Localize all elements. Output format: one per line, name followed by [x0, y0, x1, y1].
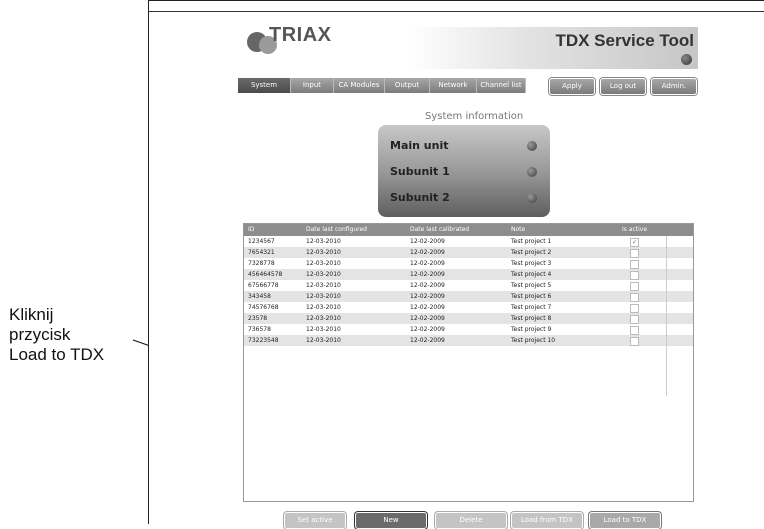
- unit-main-label: Main unit: [390, 139, 449, 152]
- cell-calibrated: 12-02-2009: [410, 304, 445, 311]
- tab-output[interactable]: Output: [385, 78, 430, 93]
- is-active-checkbox[interactable]: [630, 304, 639, 313]
- cell-note: Test project 4: [511, 271, 552, 278]
- system-units-panel: Main unit Subunit 1 Subunit 2: [378, 125, 550, 217]
- is-active-checkbox[interactable]: [630, 271, 639, 280]
- cell-configured: 12-03-2010: [306, 271, 341, 278]
- col-note[interactable]: Note: [511, 224, 525, 236]
- cell-configured: 12-03-2010: [306, 337, 341, 344]
- cell-calibrated: 12-02-2009: [410, 326, 445, 333]
- cell-id: 343458: [248, 293, 271, 300]
- cell-calibrated: 12-02-2009: [410, 315, 445, 322]
- table-header: ID Date last configured Date last calibr…: [244, 224, 693, 236]
- tab-channel-list[interactable]: Channel list: [477, 78, 526, 93]
- table-row[interactable]: 67566778 12-03-2010 12-02-2009 Test project…: [244, 280, 693, 291]
- cell-configured: 12-03-2010: [306, 249, 341, 256]
- tab-ca-modules[interactable]: CA Modules: [334, 78, 385, 93]
- app-window: TRIAX TDX Service Tool System Input CA M…: [148, 0, 764, 529]
- app-content: TRIAX TDX Service Tool System Input CA M…: [149, 11, 764, 529]
- table-row[interactable]: 343458 12-03-2010 12-02-2009 Test project 6: [244, 291, 693, 302]
- table-row[interactable]: 7654321 12-03-2010 12-02-2009 Test project …: [244, 247, 693, 258]
- status-led-icon: [681, 54, 692, 65]
- cell-calibrated: 12-02-2009: [410, 271, 445, 278]
- table-row[interactable]: 74576768 12-03-2010 12-02-2009 Test project…: [244, 302, 693, 313]
- table-row[interactable]: 73223548 12-03-2010 12-02-2009 Test project…: [244, 335, 693, 346]
- cell-configured: 12-03-2010: [306, 326, 341, 333]
- cell-id: 7654321: [248, 249, 275, 256]
- projects-table: ID Date last configured Date last calibr…: [243, 223, 694, 502]
- cell-id: 456464578: [248, 271, 283, 278]
- is-active-checkbox[interactable]: [630, 315, 639, 324]
- cell-configured: 12-03-2010: [306, 282, 341, 289]
- cell-id: 74576768: [248, 304, 279, 311]
- cell-note: Test project 5: [511, 282, 552, 289]
- is-active-checkbox[interactable]: ✓: [630, 238, 639, 247]
- app-title: TDX Service Tool: [555, 31, 694, 50]
- cell-calibrated: 12-02-2009: [410, 260, 445, 267]
- cell-calibrated: 12-02-2009: [410, 282, 445, 289]
- apply-button[interactable]: Apply: [549, 78, 595, 95]
- cell-note: Test project 2: [511, 249, 552, 256]
- cell-note: Test project 9: [511, 326, 552, 333]
- unit-main-led-icon: [527, 141, 537, 151]
- new-button[interactable]: New: [355, 512, 427, 529]
- cell-configured: 12-03-2010: [306, 238, 341, 245]
- cell-calibrated: 12-02-2009: [410, 337, 445, 344]
- unit-sub1-label: Subunit 1: [390, 165, 450, 178]
- col-is-active[interactable]: Is active: [622, 224, 647, 236]
- admin-button[interactable]: Admin.: [651, 78, 697, 95]
- cell-note: Test project 10: [511, 337, 556, 344]
- cell-note: Test project 7: [511, 304, 552, 311]
- tab-input[interactable]: Input: [291, 78, 334, 93]
- tab-network[interactable]: Network: [430, 78, 477, 93]
- col-configured[interactable]: Date last configured: [306, 224, 367, 236]
- cell-calibrated: 12-02-2009: [410, 238, 445, 245]
- logo-text: TRIAX: [269, 24, 332, 46]
- load-from-tdx-button[interactable]: Load from TDX: [511, 512, 583, 529]
- table-row[interactable]: 7328778 12-03-2010 12-02-2009 Test project …: [244, 258, 693, 269]
- cell-id: 67566778: [248, 282, 279, 289]
- table-row[interactable]: 736578 12-03-2010 12-02-2009 Test project 9: [244, 324, 693, 335]
- cell-note: Test project 6: [511, 293, 552, 300]
- cell-id: 73223548: [248, 337, 279, 344]
- cell-configured: 12-03-2010: [306, 315, 341, 322]
- unit-sub1-led-icon: [527, 167, 537, 177]
- main-nav: System Input CA Modules Output Network C…: [238, 78, 526, 93]
- is-active-checkbox[interactable]: [630, 249, 639, 258]
- cell-configured: 12-03-2010: [306, 304, 341, 311]
- col-id[interactable]: ID: [248, 224, 254, 236]
- col-calibrated[interactable]: Date last calibrated: [410, 224, 469, 236]
- table-row[interactable]: 456464578 12-03-2010 12-02-2009 Test projec…: [244, 269, 693, 280]
- cell-id: 736578: [248, 326, 271, 333]
- is-active-checkbox[interactable]: [630, 326, 639, 335]
- set-active-button[interactable]: Set active: [284, 512, 346, 529]
- tab-system[interactable]: System: [238, 78, 291, 93]
- cell-configured: 12-03-2010: [306, 293, 341, 300]
- cell-configured: 12-03-2010: [306, 260, 341, 267]
- cell-note: Test project 3: [511, 260, 552, 267]
- cell-id: 23578: [248, 315, 268, 322]
- logout-button[interactable]: Log out: [600, 78, 646, 95]
- unit-sub2-label: Subunit 2: [390, 191, 450, 204]
- table-row[interactable]: 23578 12-03-2010 12-02-2009 Test project 8: [244, 313, 693, 324]
- table-row[interactable]: 1234567 12-03-2010 12-02-2009 Test project …: [244, 236, 693, 247]
- cell-note: Test project 1: [511, 238, 552, 245]
- column-divider: [666, 236, 667, 396]
- app-title-banner: TDX Service Tool: [408, 27, 698, 69]
- is-active-checkbox[interactable]: [630, 293, 639, 302]
- is-active-checkbox[interactable]: [630, 260, 639, 269]
- is-active-checkbox[interactable]: [630, 337, 639, 346]
- unit-sub2-led-icon: [527, 193, 537, 203]
- load-to-tdx-button[interactable]: Load to TDX: [589, 512, 661, 529]
- delete-button[interactable]: Delete: [435, 512, 507, 529]
- cell-calibrated: 12-02-2009: [410, 249, 445, 256]
- system-info-title: System information: [425, 111, 524, 122]
- cell-id: 7328778: [248, 260, 275, 267]
- is-active-checkbox[interactable]: [630, 282, 639, 291]
- cell-calibrated: 12-02-2009: [410, 293, 445, 300]
- nav-actions: Apply Log out Admin.: [549, 78, 697, 95]
- cell-note: Test project 8: [511, 315, 552, 322]
- cell-id: 1234567: [248, 238, 275, 245]
